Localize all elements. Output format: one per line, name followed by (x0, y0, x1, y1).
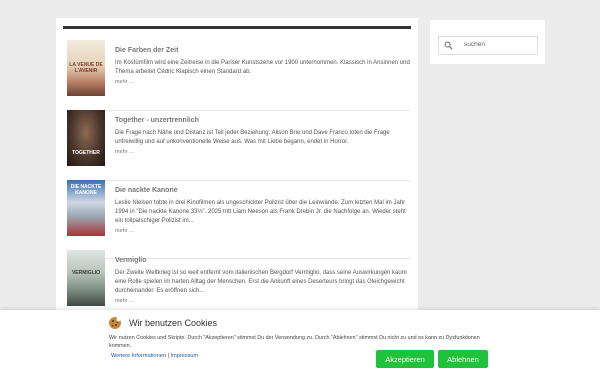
poster-text: DIE NACKTE KANONE (70, 184, 102, 196)
post-item: DIE NACKTE KANONE Die nackte Kanone Lesl… (67, 180, 411, 259)
post-poster[interactable]: VERMIGLIO (67, 250, 105, 306)
post-poster[interactable]: LA VENUE DE L'AVENIR (67, 40, 105, 96)
search-icon (444, 41, 453, 50)
read-more-link[interactable]: mehr ... (115, 298, 411, 304)
sidebar-search-widget: suchen (430, 20, 545, 64)
post-title[interactable]: Vermiglio (115, 256, 411, 265)
impressum-link[interactable]: Impressum (171, 353, 199, 359)
accept-button[interactable]: Akzeptieren (376, 350, 434, 368)
read-more-link[interactable]: mehr ... (115, 79, 411, 85)
poster-text: LA VENUE DE L'AVENIR (69, 62, 103, 74)
post-poster[interactable]: TOGETHER (67, 110, 105, 166)
post-excerpt: Die Frage nach Nähe und Distanz ist Teil… (115, 130, 390, 145)
post-item: LA VENUE DE L'AVENIR Die Farben der Zeit… (67, 40, 411, 111)
more-info-link[interactable]: Weitere Informationen (111, 353, 166, 359)
reject-button[interactable]: Ablehnen (438, 350, 488, 368)
main-content: LA VENUE DE L'AVENIR Die Farben der Zeit… (56, 18, 418, 318)
poster-text: TOGETHER (72, 150, 100, 156)
search-input[interactable]: suchen (438, 36, 538, 55)
post-excerpt: Der Zweite Weltkrieg ist so weit entfern… (115, 270, 407, 294)
poster-text: VERMIGLIO (71, 270, 101, 276)
post-item: TOGETHER Together - unzertrennlich Die F… (67, 110, 411, 181)
post-poster[interactable]: DIE NACKTE KANONE (67, 180, 105, 236)
search-placeholder: suchen (464, 41, 485, 48)
post-excerpt: Im Kostümfilm wird eine Zeitreise in die… (115, 60, 410, 75)
read-more-link[interactable]: mehr ... (115, 228, 411, 234)
cookie-text: Wir nutzen Cookies und Skripte. Durch "A… (109, 335, 480, 349)
cookie-icon (109, 317, 121, 329)
cookie-title: Wir benutzen Cookies (129, 318, 218, 328)
read-more-link[interactable]: mehr ... (115, 149, 411, 155)
link-separator: | (167, 353, 169, 359)
post-title[interactable]: Die nackte Kanone (115, 186, 411, 195)
post-title[interactable]: Together - unzertrennlich (115, 116, 411, 125)
cookie-links: Weitere Informationen | Impressum (111, 353, 198, 359)
post-title[interactable]: Die Farben der Zeit (115, 46, 411, 55)
post-excerpt: Leslie Nielsen tobte in drei Kinofilmen … (115, 200, 406, 224)
content-top-rule (63, 26, 411, 29)
cookie-banner: Wir benutzen Cookies Wir nutzen Cookies … (0, 310, 600, 375)
